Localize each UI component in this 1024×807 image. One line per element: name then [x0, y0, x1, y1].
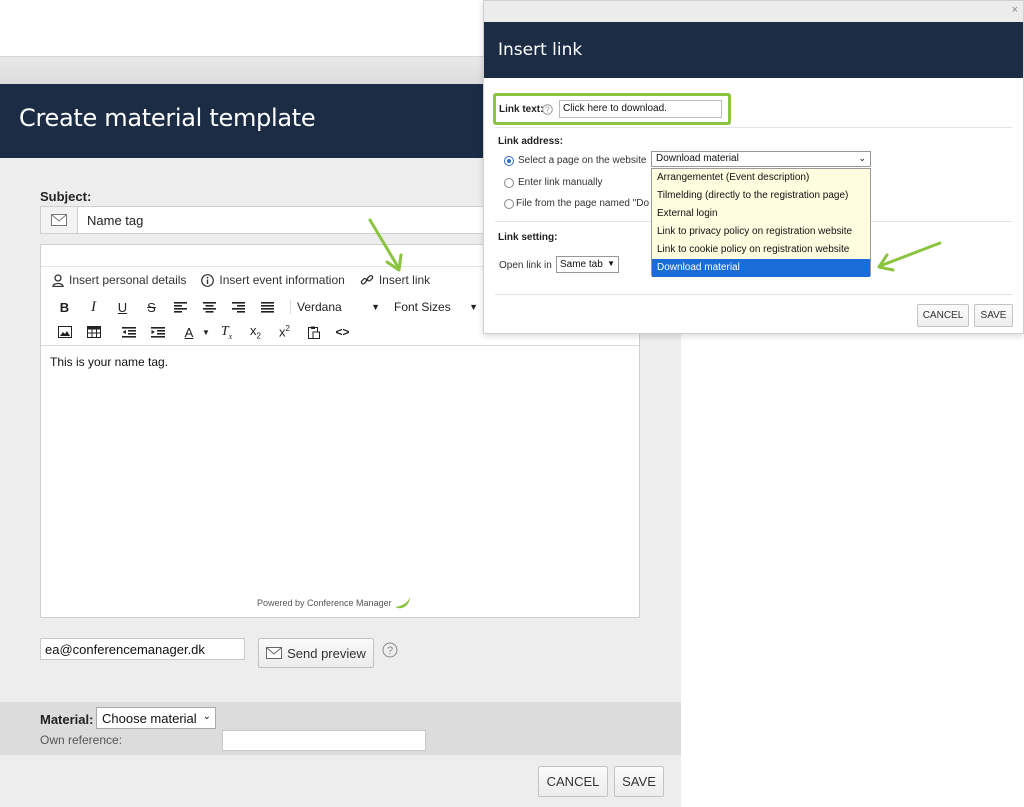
- subject-label: Subject:: [40, 189, 92, 204]
- chevron-down-icon: ▼: [607, 259, 615, 268]
- info-icon: [201, 273, 215, 287]
- font-family-select[interactable]: Verdana ▼: [290, 300, 380, 314]
- caret-down-icon[interactable]: ▼: [200, 322, 212, 342]
- page-option[interactable]: Link to privacy policy on registration w…: [652, 223, 870, 241]
- dialog-top-bar: ×: [484, 1, 1023, 22]
- material-label: Material:: [40, 712, 94, 727]
- page-option[interactable]: Arrangementet (Event description): [652, 169, 870, 187]
- screen: Create material template Subject: Name t…: [0, 0, 1024, 807]
- page-select-dropdown: Arrangementet (Event description) Tilmel…: [651, 168, 871, 277]
- chevron-down-icon: ⌄: [202, 711, 211, 722]
- option-enter-manually-label: Enter link manually: [518, 177, 603, 188]
- dialog-save-button[interactable]: SAVE: [974, 304, 1013, 327]
- page-select[interactable]: Download material ⌄: [651, 151, 871, 167]
- send-preview-label: Send preview: [287, 645, 366, 661]
- link-setting-label: Link setting:: [498, 232, 558, 243]
- open-link-in-label: Open link in: [499, 260, 552, 271]
- align-left-icon[interactable]: [166, 297, 195, 317]
- italic-icon[interactable]: I: [79, 297, 108, 317]
- person-icon: [52, 273, 64, 287]
- material-value: Choose material: [102, 711, 197, 726]
- annotation-arrow-insert-link: [368, 218, 403, 272]
- insert-event-information-button[interactable]: Insert event information: [201, 273, 345, 287]
- page-option[interactable]: Link to cookie policy on registration we…: [652, 241, 870, 259]
- editor-body-text[interactable]: This is your name tag.: [50, 355, 168, 369]
- outdent-icon[interactable]: [114, 322, 143, 342]
- editor-divider: [41, 345, 639, 346]
- format-toolbar-row1: B I U S Verdana ▼ Font Sizes ▼: [50, 297, 478, 317]
- caret-down-icon: ▼: [469, 302, 478, 312]
- paste-icon[interactable]: [299, 322, 328, 342]
- leaf-logo-icon: [394, 597, 410, 609]
- radio-enter-manually[interactable]: [504, 178, 514, 188]
- clear-format-icon[interactable]: Tx: [212, 322, 241, 342]
- image-icon[interactable]: [50, 322, 79, 342]
- preview-email-input[interactable]: ea@conferencemanager.dk: [40, 638, 245, 660]
- dialog-title: Insert link: [484, 22, 1023, 78]
- own-reference-label: Own reference:: [40, 733, 123, 747]
- powered-by-text: Powered by Conference Manager: [257, 598, 392, 608]
- send-preview-button[interactable]: Send preview: [258, 638, 374, 668]
- font-size-select[interactable]: Font Sizes ▼: [388, 300, 478, 314]
- align-right-icon[interactable]: [224, 297, 253, 317]
- insert-personal-details-button[interactable]: Insert personal details: [52, 273, 186, 287]
- indent-icon[interactable]: [143, 322, 172, 342]
- bold-icon[interactable]: B: [50, 297, 79, 317]
- page-option-selected[interactable]: Download material: [652, 259, 870, 277]
- radio-select-page[interactable]: [504, 156, 514, 166]
- page-option[interactable]: External login: [652, 205, 870, 223]
- cancel-button[interactable]: CANCEL: [538, 766, 608, 797]
- page-select-value: Download material: [656, 153, 739, 164]
- insert-toolbar: Insert personal details Insert event inf…: [52, 273, 445, 287]
- strikethrough-icon[interactable]: S: [137, 297, 166, 317]
- font-family-value: Verdana: [297, 300, 342, 314]
- link-address-label: Link address:: [498, 136, 564, 147]
- format-toolbar-row2: A ▼ Tx x2 x2 <>: [50, 322, 357, 342]
- option-file-from-page-label: File from the page named "Do: [516, 198, 650, 209]
- superscript-icon[interactable]: x2: [270, 322, 299, 342]
- svg-text:?: ?: [387, 645, 393, 657]
- annotation-arrow-download-material: [877, 241, 942, 272]
- text-color-icon[interactable]: A: [178, 322, 200, 342]
- help-icon[interactable]: ?: [382, 642, 398, 658]
- insert-event-information-label: Insert event information: [219, 273, 345, 287]
- dialog-cancel-button[interactable]: CANCEL: [917, 304, 969, 327]
- insert-link-dialog: × Insert link Link text: ? Click here to…: [483, 0, 1024, 334]
- insert-link-label: Insert link: [378, 273, 431, 287]
- subject-value: Name tag: [87, 213, 144, 228]
- powered-by-footer: Powered by Conference Manager: [257, 596, 412, 610]
- link-text-input[interactable]: Click here to download.: [559, 100, 722, 118]
- page-option[interactable]: Tilmelding (directly to the registration…: [652, 187, 870, 205]
- divider: [495, 127, 1012, 128]
- open-link-in-value: Same tab: [560, 259, 603, 270]
- font-size-value: Font Sizes: [394, 300, 451, 314]
- option-select-page-label: Select a page on the website: [518, 155, 647, 166]
- envelope-icon: [41, 207, 78, 233]
- own-reference-input[interactable]: [222, 730, 426, 751]
- open-link-in-select[interactable]: Same tab ▼: [556, 256, 619, 273]
- align-center-icon[interactable]: [195, 297, 224, 317]
- insert-personal-details-label: Insert personal details: [69, 273, 187, 287]
- envelope-icon: [266, 647, 283, 659]
- underline-icon[interactable]: U: [108, 297, 137, 317]
- align-justify-icon[interactable]: [253, 297, 282, 317]
- close-icon[interactable]: ×: [1012, 4, 1018, 16]
- save-button[interactable]: SAVE: [614, 766, 664, 797]
- link-text-label: Link text:: [499, 104, 544, 115]
- chevron-down-icon: ⌄: [858, 153, 866, 163]
- divider: [495, 294, 1012, 295]
- radio-file-from-page[interactable]: [504, 199, 514, 209]
- help-icon[interactable]: ?: [542, 104, 553, 115]
- material-bar: Material: Choose material ⌄ Own referenc…: [0, 702, 681, 755]
- insert-link-button[interactable]: Insert link: [360, 273, 430, 287]
- subscript-icon[interactable]: x2: [241, 322, 270, 342]
- source-code-icon[interactable]: <>: [328, 322, 357, 342]
- svg-text:?: ?: [545, 106, 550, 115]
- material-select[interactable]: Choose material ⌄: [96, 707, 216, 729]
- caret-down-icon: ▼: [371, 302, 380, 312]
- link-icon: [360, 274, 374, 285]
- table-icon[interactable]: [79, 322, 108, 342]
